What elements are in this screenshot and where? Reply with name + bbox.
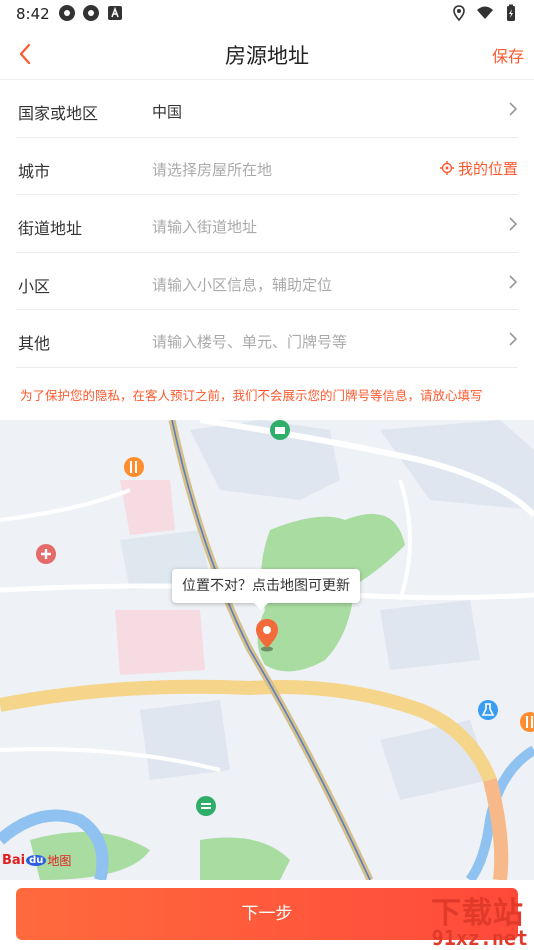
watermark: 下载站 91xz.net bbox=[372, 888, 532, 950]
nav-bar: 房源地址 保存 bbox=[0, 28, 534, 80]
baidu-logo-ditu: 地图 bbox=[47, 854, 72, 868]
poi-restaurant-icon[interactable] bbox=[518, 710, 534, 734]
chevron-right-icon bbox=[509, 217, 518, 231]
community-label: 小区 bbox=[18, 276, 51, 296]
other-label: 其他 bbox=[18, 334, 51, 353]
poi-shop-icon[interactable] bbox=[268, 420, 292, 442]
country-label: 国家或地区 bbox=[18, 104, 99, 123]
map-tooltip[interactable]: 位置不对？点击地图可更新 bbox=[172, 569, 360, 610]
status-system-icons bbox=[450, 4, 520, 22]
wifi-icon bbox=[477, 6, 493, 19]
status-time: 8:42 bbox=[16, 5, 50, 23]
baidu-map-logo: Bai du 地图 bbox=[2, 852, 71, 869]
chevron-right-icon bbox=[509, 332, 518, 346]
notification-app-icon bbox=[83, 5, 99, 21]
other-row[interactable]: 其他 请输入楼号、单元、门牌号等 bbox=[16, 310, 518, 368]
my-location-label: 我的位置 bbox=[457, 159, 518, 178]
community-row[interactable]: 小区 请输入小区信息，辅助定位 bbox=[16, 253, 518, 310]
save-button[interactable]: 保存 bbox=[492, 43, 524, 67]
notification-a-icon bbox=[108, 6, 122, 20]
poi-post-icon[interactable] bbox=[194, 794, 218, 818]
street-placeholder: 请输入街道地址 bbox=[152, 218, 258, 236]
baidu-logo-bai: Bai bbox=[2, 853, 26, 868]
city-row[interactable]: 城市 请选择房屋所在地 我的位置 bbox=[16, 138, 518, 195]
privacy-note: 为了保护您的隐私，在客人预订之前，我们不会展示您的门牌号等信息，请放心填写 bbox=[20, 388, 483, 403]
location-status-icon bbox=[453, 5, 465, 22]
map-pin-icon[interactable] bbox=[254, 618, 280, 652]
page-title: 房源地址 bbox=[225, 44, 309, 68]
poi-lab-icon[interactable] bbox=[476, 698, 500, 722]
chevron-right-icon bbox=[509, 274, 518, 289]
baidu-logo-du: du bbox=[26, 855, 47, 866]
status-notification-icons bbox=[58, 4, 124, 22]
notification-app-icon bbox=[59, 5, 75, 21]
chevron-right-icon bbox=[509, 102, 518, 116]
my-location-button[interactable]: 我的位置 bbox=[439, 158, 518, 179]
country-row[interactable]: 国家或地区 中国 bbox=[16, 80, 518, 138]
battery-icon bbox=[507, 4, 515, 21]
address-form: 国家或地区 中国 城市 请选择房屋所在地 我的位置 街道地址 请输入街道地址 小… bbox=[0, 80, 534, 368]
poi-hospital-icon[interactable] bbox=[34, 542, 58, 566]
country-value: 中国 bbox=[152, 103, 183, 121]
city-placeholder: 请选择房屋所在地 bbox=[152, 160, 273, 179]
street-label: 街道地址 bbox=[18, 219, 83, 238]
community-placeholder: 请输入小区信息，辅助定位 bbox=[152, 275, 333, 294]
map-view[interactable]: 位置不对？点击地图可更新 Bai du 地图 bbox=[0, 420, 534, 880]
city-label: 城市 bbox=[18, 161, 51, 181]
location-target-icon bbox=[439, 161, 454, 175]
other-placeholder: 请输入楼号、单元、门牌号等 bbox=[152, 333, 348, 351]
street-row[interactable]: 街道地址 请输入街道地址 bbox=[16, 195, 518, 253]
watermark-url: 91xz.net bbox=[431, 926, 528, 950]
poi-restaurant-icon[interactable] bbox=[122, 455, 146, 479]
status-bar: 8:42 bbox=[0, 0, 534, 28]
